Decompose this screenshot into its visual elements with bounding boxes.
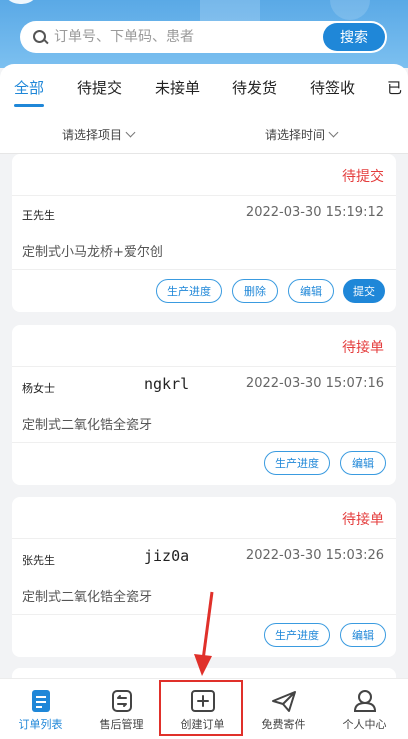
order-code: jiz0a [144, 547, 190, 565]
order-time: 2022-03-30 15:03:26 [245, 548, 384, 563]
filter-bar: 请选择项目 请选择时间 [0, 122, 408, 152]
time-filter[interactable]: 请选择时间 [265, 126, 339, 143]
project-filter[interactable]: 请选择项目 [62, 126, 136, 143]
nav-label: 订单列表 [18, 718, 63, 731]
tab-pending-receipt[interactable]: 待签收 [310, 77, 355, 98]
delete-button[interactable]: 删除 [232, 279, 278, 303]
card-divider [12, 269, 396, 270]
card-divider [12, 195, 396, 196]
order-card[interactable]: 待接单 杨女士 ngkrl 2022-03-30 15:07:16 定制式二氧化… [12, 325, 396, 485]
arrow-annotation [194, 591, 214, 676]
search-button[interactable]: 搜索 [323, 23, 385, 51]
nav-profile[interactable]: 个人中心 [324, 679, 405, 739]
after-sales-icon [109, 689, 135, 713]
order-status: 待接单 [342, 512, 384, 528]
edit-button[interactable]: 编辑 [288, 279, 334, 303]
edit-button[interactable]: 编辑 [340, 451, 386, 475]
patient-name: 王先生 [22, 209, 55, 222]
active-tab-indicator [14, 104, 44, 107]
order-status: 待接单 [342, 340, 384, 356]
chevron-down-icon [125, 127, 136, 138]
search-bar: 搜索 [20, 21, 387, 53]
nav-after-sales[interactable]: 售后管理 [81, 679, 162, 739]
tab-all[interactable]: 全部 [14, 77, 44, 98]
order-list-icon [28, 689, 54, 713]
nav-label: 免费寄件 [261, 718, 306, 731]
status-tabs: 全部 待提交 未接单 待发货 待签收 已 [0, 64, 408, 112]
tab-more[interactable]: 已 [387, 77, 402, 98]
search-input[interactable] [54, 29, 323, 45]
header-decoration [330, 0, 370, 20]
tab-pending-submit[interactable]: 待提交 [77, 77, 122, 98]
tab-pending-shipment[interactable]: 待发货 [232, 77, 277, 98]
card-divider [12, 366, 396, 367]
production-progress-button[interactable]: 生产进度 [264, 451, 330, 475]
search-icon [32, 29, 48, 45]
submit-button[interactable]: 提交 [343, 279, 385, 303]
patient-name: 杨女士 [22, 382, 55, 395]
product-name: 定制式小马龙桥+爱尔创 [22, 245, 163, 260]
order-card[interactable]: 待提交 王先生 2022-03-30 15:19:12 定制式小马龙桥+爱尔创 … [12, 154, 396, 312]
project-filter-label: 请选择项目 [62, 128, 123, 142]
profile-icon [352, 689, 378, 713]
product-name: 定制式二氧化锆全瓷牙 [22, 590, 153, 605]
order-filter-panel: 全部 待提交 未接单 待发货 待签收 已 请选择项目 请选择时间 [0, 64, 408, 154]
nav-order-list[interactable]: 订单列表 [0, 679, 81, 739]
chevron-down-icon [328, 127, 339, 138]
order-time: 2022-03-30 15:07:16 [245, 376, 384, 391]
edit-button[interactable]: 编辑 [340, 623, 386, 647]
header-decoration [2, 0, 40, 4]
card-divider [12, 538, 396, 539]
nav-label: 售后管理 [99, 718, 144, 731]
nav-free-shipping[interactable]: 免费寄件 [243, 679, 324, 739]
send-icon [271, 689, 297, 713]
tab-not-accepted[interactable]: 未接单 [155, 77, 200, 98]
card-divider [12, 442, 396, 443]
nav-label: 个人中心 [342, 718, 387, 731]
production-progress-button[interactable]: 生产进度 [156, 279, 222, 303]
patient-name: 张先生 [22, 554, 55, 567]
order-time: 2022-03-30 15:19:12 [245, 205, 384, 220]
product-name: 定制式二氧化锆全瓷牙 [22, 418, 153, 433]
order-code: ngkrl [144, 375, 190, 393]
production-progress-button[interactable]: 生产进度 [264, 623, 330, 647]
highlight-box [159, 680, 243, 736]
time-filter-label: 请选择时间 [265, 128, 326, 142]
order-status: 待提交 [342, 169, 384, 185]
